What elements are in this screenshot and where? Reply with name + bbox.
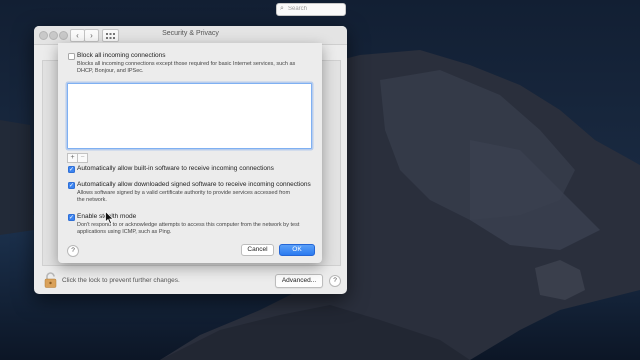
search-input[interactable] bbox=[288, 5, 340, 13]
block-all-description-line1: Blocks all incoming connections except t… bbox=[77, 61, 296, 67]
auto-allow-signed-label: Automatically allow downloaded signed so… bbox=[77, 181, 311, 188]
block-all-description-line2: DHCP, Bonjour, and IPSec. bbox=[77, 68, 144, 74]
auto-allow-builtin-checkbox[interactable]: ✓ bbox=[68, 166, 75, 173]
block-all-label: Block all incoming connections bbox=[77, 52, 166, 59]
cancel-button[interactable]: Cancel bbox=[241, 244, 274, 256]
ok-button[interactable]: OK bbox=[279, 244, 315, 256]
remove-app-button[interactable]: − bbox=[77, 153, 88, 163]
search-field[interactable]: ⌕ bbox=[276, 3, 346, 16]
bottom-bar: Click the lock to prevent further change… bbox=[34, 270, 347, 294]
auto-allow-signed-description-line1: Allows software signed by a valid certif… bbox=[77, 190, 291, 196]
stealth-mode-checkbox[interactable]: ✓ bbox=[68, 214, 75, 221]
sheet-help-button[interactable]: ? bbox=[67, 245, 79, 257]
firewall-options-sheet: Block all incoming connections Blocks al… bbox=[58, 43, 322, 263]
lock-icon[interactable] bbox=[44, 272, 57, 288]
stealth-mode-description-line2: applications using ICMP, such as Ping. bbox=[77, 229, 172, 235]
auto-allow-builtin-label: Automatically allow built-in software to… bbox=[77, 165, 274, 172]
mouse-pointer-icon bbox=[105, 211, 115, 225]
allowed-apps-list[interactable] bbox=[67, 83, 312, 149]
auto-allow-signed-description-line2: the network. bbox=[77, 197, 107, 203]
window-title: Security & Privacy bbox=[162, 30, 219, 37]
lock-status-text: Click the lock to prevent further change… bbox=[62, 277, 180, 284]
auto-allow-signed-checkbox[interactable]: ✓ bbox=[68, 182, 75, 189]
search-icon: ⌕ bbox=[280, 5, 284, 12]
block-all-checkbox[interactable] bbox=[68, 53, 75, 60]
advanced-button[interactable]: Advanced... bbox=[275, 274, 323, 288]
help-button[interactable]: ? bbox=[329, 275, 341, 287]
